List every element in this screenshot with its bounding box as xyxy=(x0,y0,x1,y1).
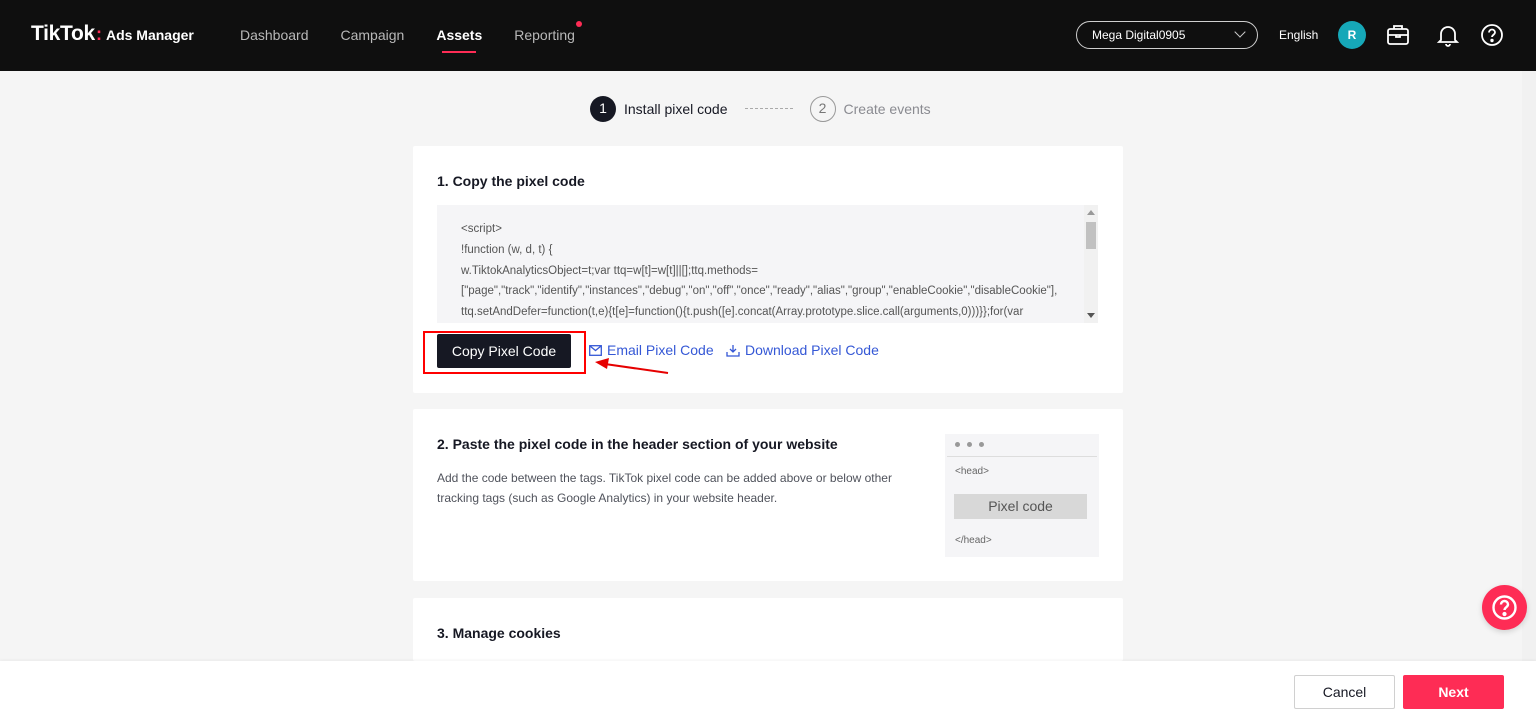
download-icon xyxy=(726,344,740,357)
copy-pixel-card: 1. Copy the pixel code <script> !functio… xyxy=(413,146,1123,393)
help-fab-button[interactable] xyxy=(1482,585,1527,630)
main-nav: Dashboard Campaign Assets Reporting xyxy=(240,0,607,71)
language-switcher[interactable]: English xyxy=(1279,28,1318,42)
code-line: w.TiktokAnalyticsObject=t;var ttq=w[t]=w… xyxy=(461,265,759,277)
briefcase-icon[interactable] xyxy=(1385,22,1411,48)
scroll-down-arrow-icon[interactable] xyxy=(1087,313,1095,318)
logo-wordmark: TikTok xyxy=(31,22,95,45)
logo-dot: : xyxy=(95,24,102,44)
section-description: Add the code between the tags. TikTok pi… xyxy=(437,471,892,505)
notification-dot xyxy=(575,21,582,27)
step-2-number: 2 xyxy=(809,95,836,122)
section-title: 2. Paste the pixel code in the header se… xyxy=(437,436,838,452)
step-progress: 1 Install pixel code 2 Create events xyxy=(590,95,931,122)
page-scrollbar[interactable] xyxy=(1522,71,1536,661)
code-line: <script> xyxy=(461,223,502,235)
footer-bar: Cancel Next xyxy=(0,661,1536,721)
section-title: 3. Manage cookies xyxy=(437,625,561,641)
cancel-button[interactable]: Cancel xyxy=(1294,675,1395,709)
paste-pixel-card: 2. Paste the pixel code in the header se… xyxy=(413,409,1123,581)
head-close-tag: </head> xyxy=(955,535,992,546)
nav-campaign[interactable]: Campaign xyxy=(341,0,405,71)
step-connector xyxy=(744,108,793,109)
browser-dot xyxy=(967,442,972,447)
download-pixel-code-label: Download Pixel Code xyxy=(745,342,879,358)
header-illustration: <head> Pixel code </head> xyxy=(945,434,1099,557)
tiktok-ads-logo[interactable]: TikTok: Ads Manager xyxy=(31,22,194,46)
manage-cookies-card: 3. Manage cookies xyxy=(413,598,1123,661)
chevron-down-icon xyxy=(1234,26,1246,38)
nav-dashboard[interactable]: Dashboard xyxy=(240,0,309,71)
step-2-label: Create events xyxy=(843,100,931,117)
help-circle-icon[interactable] xyxy=(1479,22,1505,48)
pixel-code-placeholder: Pixel code xyxy=(954,494,1087,519)
code-line: !function (w, d, t) { xyxy=(461,244,553,256)
email-pixel-code-label: Email Pixel Code xyxy=(607,342,714,358)
mail-icon xyxy=(589,344,602,356)
divider xyxy=(947,456,1097,457)
step-1-label: Install pixel code xyxy=(624,100,728,117)
download-pixel-code-link[interactable]: Download Pixel Code xyxy=(726,342,879,358)
scroll-up-arrow-icon[interactable] xyxy=(1087,210,1095,215)
browser-dot xyxy=(979,442,984,447)
copy-pixel-code-button[interactable]: Copy Pixel Code xyxy=(437,334,571,368)
avatar[interactable]: R xyxy=(1338,21,1366,49)
account-name: Mega Digital0905 xyxy=(1092,28,1186,42)
nav-reporting-label: Reporting xyxy=(514,27,575,43)
email-pixel-code-link[interactable]: Email Pixel Code xyxy=(589,342,714,358)
code-line: ["page","track","identify","instances","… xyxy=(461,285,1058,297)
help-icon xyxy=(1492,595,1517,620)
account-selector[interactable]: Mega Digital0905 xyxy=(1076,21,1258,49)
pixel-code-box[interactable]: <script> !function (w, d, t) { w.TiktokA… xyxy=(437,205,1098,323)
head-open-tag: <head> xyxy=(955,466,989,477)
browser-dot xyxy=(955,442,960,447)
code-line: ttq.setAndDefer=function(t,e){t[e]=funct… xyxy=(461,306,1024,318)
top-navbar: TikTok: Ads Manager Dashboard Campaign As… xyxy=(0,0,1536,71)
scroll-thumb[interactable] xyxy=(1086,222,1096,249)
logo-subtitle: Ads Manager xyxy=(105,27,194,43)
code-scrollbar[interactable] xyxy=(1084,205,1098,323)
section-title: 1. Copy the pixel code xyxy=(437,173,585,189)
nav-assets[interactable]: Assets xyxy=(436,0,482,71)
browser-dots xyxy=(955,442,991,447)
step-1-number: 1 xyxy=(590,95,616,122)
next-button[interactable]: Next xyxy=(1403,675,1504,709)
nav-reporting[interactable]: Reporting xyxy=(514,0,582,71)
bell-icon[interactable] xyxy=(1435,22,1461,48)
